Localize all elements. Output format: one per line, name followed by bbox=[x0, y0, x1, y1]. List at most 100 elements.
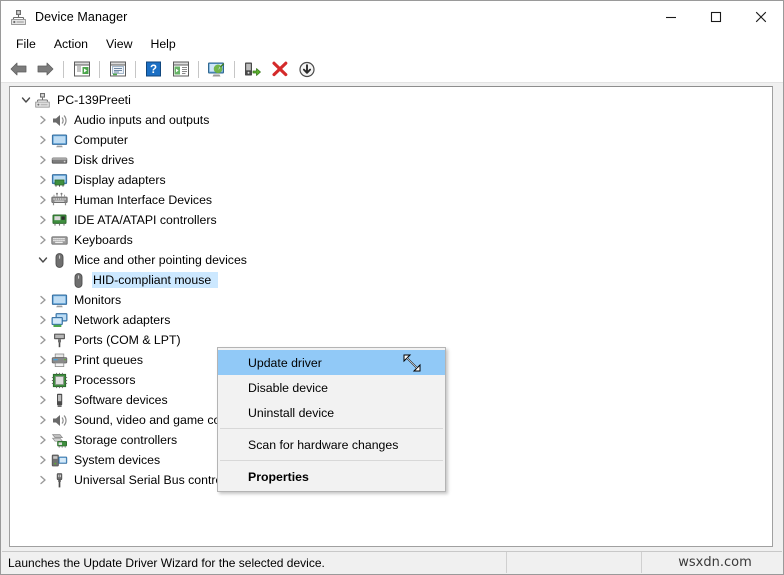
tree-node-label: Storage controllers bbox=[74, 433, 178, 447]
tree-node-label: Processors bbox=[74, 373, 136, 387]
usb-icon bbox=[51, 472, 68, 489]
window-title: Device Manager bbox=[35, 10, 128, 24]
toolbar-separator bbox=[135, 60, 136, 78]
properties-icon[interactable] bbox=[104, 57, 131, 81]
tree-node-label: HID-compliant mouse bbox=[91, 272, 219, 288]
chevron-right-icon[interactable] bbox=[35, 332, 51, 348]
chevron-right-icon[interactable] bbox=[35, 312, 51, 328]
chevron-right-icon[interactable] bbox=[35, 372, 51, 388]
tree-node-disk-drives[interactable]: Disk drives bbox=[10, 150, 772, 170]
chevron-right-icon[interactable] bbox=[35, 392, 51, 408]
toolbar-separator bbox=[63, 60, 64, 78]
device-manager-window: Device Manager File Action View Help ? P… bbox=[0, 0, 784, 575]
context-menu-label: Scan for hardware changes bbox=[248, 437, 399, 452]
tree-node-network-adapters[interactable]: Network adapters bbox=[10, 310, 772, 330]
tree-node-root[interactable]: PC-139Preeti bbox=[10, 90, 772, 110]
tree-node-display-adapters[interactable]: Display adapters bbox=[10, 170, 772, 190]
chevron-right-icon[interactable] bbox=[35, 132, 51, 148]
maximize-button[interactable] bbox=[693, 1, 738, 33]
context-menu-item-properties[interactable]: Properties bbox=[218, 464, 445, 489]
context-menu-separator bbox=[220, 460, 443, 461]
tree-node-keyboards[interactable]: Keyboards bbox=[10, 230, 772, 250]
chevron-right-icon[interactable] bbox=[35, 172, 51, 188]
tree-node-computer[interactable]: Computer bbox=[10, 130, 772, 150]
uninstall-device-icon[interactable] bbox=[266, 57, 293, 81]
chevron-right-icon[interactable] bbox=[35, 352, 51, 368]
printer-icon bbox=[51, 352, 68, 369]
menu-view[interactable]: View bbox=[97, 35, 141, 54]
chevron-right-icon[interactable] bbox=[35, 432, 51, 448]
tree-node-ide-ata-atapi-controllers[interactable]: IDE ATA/ATAPI controllers bbox=[10, 210, 772, 230]
update-driver-icon[interactable] bbox=[239, 57, 266, 81]
keyboard-icon bbox=[51, 232, 68, 249]
network-adapter-icon bbox=[51, 312, 68, 329]
tree-node-audio-inputs-and-outputs[interactable]: Audio inputs and outputs bbox=[10, 110, 772, 130]
chevron-right-icon[interactable] bbox=[35, 292, 51, 308]
back-icon[interactable] bbox=[5, 57, 32, 81]
tree-node-label: Audio inputs and outputs bbox=[74, 113, 210, 127]
chevron-right-icon[interactable] bbox=[35, 232, 51, 248]
chevron-down-icon[interactable] bbox=[18, 92, 34, 108]
resize-diagonal-cursor bbox=[401, 352, 423, 374]
menu-action[interactable]: Action bbox=[45, 35, 97, 54]
device-manager-icon bbox=[10, 9, 27, 26]
title-bar: Device Manager bbox=[1, 1, 783, 33]
tree-node-monitors[interactable]: Monitors bbox=[10, 290, 772, 310]
tree-node-label: Display adapters bbox=[74, 173, 166, 187]
chevron-right-icon[interactable] bbox=[35, 452, 51, 468]
menu-help[interactable]: Help bbox=[141, 35, 184, 54]
context-menu-item-update-driver[interactable]: Update driver bbox=[218, 350, 445, 375]
tree-node-label: Software devices bbox=[74, 393, 168, 407]
tree-node-hid-compliant-mouse[interactable]: HID-compliant mouse bbox=[10, 270, 772, 290]
context-menu-item-disable-device[interactable]: Disable device bbox=[218, 375, 445, 400]
context-menu-item-uninstall-device[interactable]: Uninstall device bbox=[218, 400, 445, 425]
status-secondary-pane bbox=[507, 552, 642, 573]
chevron-right-icon[interactable] bbox=[35, 152, 51, 168]
window-controls bbox=[648, 1, 783, 33]
content-area: PC-139Preeti Audio inputs and outputs Co… bbox=[1, 83, 783, 551]
tree-node-label: Keyboards bbox=[74, 233, 133, 247]
minimize-button[interactable] bbox=[648, 1, 693, 33]
chevron-right-icon[interactable] bbox=[35, 212, 51, 228]
view-icon[interactable] bbox=[167, 57, 194, 81]
chevron-right-icon[interactable] bbox=[35, 412, 51, 428]
tree-node-label: System devices bbox=[74, 453, 161, 467]
disable-device-icon[interactable] bbox=[293, 57, 320, 81]
computer-root-icon bbox=[34, 92, 51, 109]
context-menu: Update driver Disable device Uninstall d… bbox=[217, 347, 446, 492]
speaker-icon bbox=[51, 412, 68, 429]
tree-node-label: IDE ATA/ATAPI controllers bbox=[74, 213, 217, 227]
context-menu-label: Disable device bbox=[248, 380, 328, 395]
chevron-right-icon[interactable] bbox=[35, 472, 51, 488]
forward-icon[interactable] bbox=[32, 57, 59, 81]
toolbar: ? bbox=[1, 56, 783, 83]
tree-node-label: PC-139Preeti bbox=[57, 93, 131, 107]
toolbar-separator bbox=[234, 60, 235, 78]
mouse-icon bbox=[51, 252, 68, 269]
tree-node-label: Computer bbox=[74, 133, 128, 147]
hid-icon bbox=[51, 192, 68, 209]
chevron-down-icon[interactable] bbox=[35, 252, 51, 268]
close-button[interactable] bbox=[738, 1, 783, 33]
speaker-icon bbox=[51, 112, 68, 129]
chevron-right-icon[interactable] bbox=[35, 192, 51, 208]
show-hide-console-tree-icon[interactable] bbox=[68, 57, 95, 81]
tree-node-label: Network adapters bbox=[74, 313, 171, 327]
scan-hardware-changes-icon[interactable] bbox=[203, 57, 230, 81]
menu-file[interactable]: File bbox=[7, 35, 45, 54]
system-device-icon bbox=[51, 452, 68, 469]
help-icon[interactable]: ? bbox=[140, 57, 167, 81]
software-device-icon bbox=[51, 392, 68, 409]
chevron-right-icon[interactable] bbox=[35, 112, 51, 128]
tree-node-label: Monitors bbox=[74, 293, 122, 307]
device-tree[interactable]: PC-139Preeti Audio inputs and outputs Co… bbox=[9, 86, 773, 547]
context-menu-item-scan-for-hardware-changes[interactable]: Scan for hardware changes bbox=[218, 432, 445, 457]
tree-node-human-interface-devices[interactable]: Human Interface Devices bbox=[10, 190, 772, 210]
context-menu-label: Update driver bbox=[248, 355, 322, 370]
monitor-icon bbox=[51, 132, 68, 149]
tree-node-mice-and-other-pointing-devices[interactable]: Mice and other pointing devices bbox=[10, 250, 772, 270]
context-menu-label: Uninstall device bbox=[248, 405, 335, 420]
mouse-icon bbox=[70, 272, 87, 289]
status-bar: Launches the Update Driver Wizard for th… bbox=[2, 551, 782, 573]
context-menu-label: Properties bbox=[248, 469, 309, 484]
